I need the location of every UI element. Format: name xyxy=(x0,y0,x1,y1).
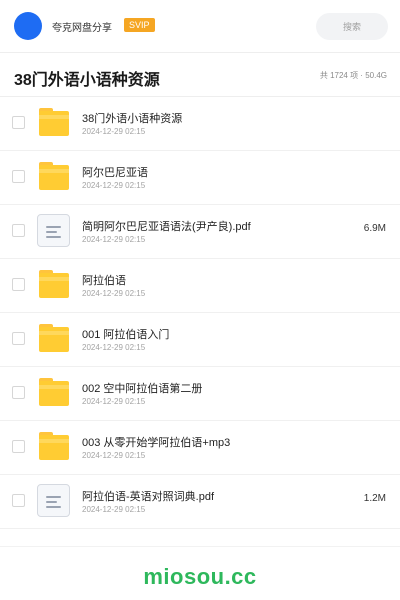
select-checkbox[interactable] xyxy=(12,494,25,507)
item-date: 2024-12-29 02:15 xyxy=(82,127,146,136)
file-row[interactable]: 简明阿尔巴尼亚语语法(尹产良).pdf 2024-12-29 02:15 6.9M xyxy=(0,205,400,259)
page-title: 38门外语小语种资源 xyxy=(14,72,160,89)
top-bar: 夸克网盘分享 SVIP xyxy=(0,0,400,53)
folder-row[interactable]: 001 阿拉伯语入门 2024-12-29 02:15 xyxy=(0,313,400,367)
folder-header: 38门外语小语种资源 共 1724 项 · 50.4G xyxy=(0,53,400,97)
footer: miosou.cc xyxy=(0,546,400,600)
file-list: 38门外语小语种资源 2024-12-29 02:15 阿尔巴尼亚语 2024-12-… xyxy=(0,97,400,529)
item-date: 2024-12-29 02:15 xyxy=(82,181,146,190)
folder-icon xyxy=(39,324,69,352)
item-date: 2024-12-29 02:15 xyxy=(82,289,146,298)
item-date: 2024-12-29 02:15 xyxy=(82,505,146,514)
document-icon xyxy=(37,484,70,517)
search-input[interactable] xyxy=(316,13,388,40)
item-name[interactable]: 001 阿拉伯语入门 xyxy=(82,326,169,342)
folder-icon xyxy=(39,270,69,298)
item-name[interactable]: 阿拉伯语 xyxy=(82,272,126,288)
item-date: 2024-12-29 02:15 xyxy=(82,397,146,406)
item-name[interactable]: 003 从零开始学阿拉伯语+mp3 xyxy=(82,434,230,450)
item-name[interactable]: 38门外语小语种资源 xyxy=(82,110,182,126)
item-size: 1.2M xyxy=(363,493,386,504)
item-date: 2024-12-29 02:15 xyxy=(82,451,146,460)
select-checkbox[interactable] xyxy=(12,278,25,291)
avatar[interactable] xyxy=(14,12,42,40)
folder-icon xyxy=(39,108,69,136)
item-date: 2024-12-29 02:15 xyxy=(82,235,146,244)
file-row[interactable]: 阿拉伯语-英语对照词典.pdf 2024-12-29 02:15 1.2M xyxy=(0,475,400,529)
site-watermark: miosou.cc xyxy=(143,564,257,589)
item-name[interactable]: 002 空中阿拉伯语第二册 xyxy=(82,380,202,396)
svip-badge: SVIP xyxy=(124,18,155,32)
folder-row[interactable]: 003 从零开始学阿拉伯语+mp3 2024-12-29 02:15 xyxy=(0,421,400,475)
select-checkbox[interactable] xyxy=(12,386,25,399)
folder-icon xyxy=(39,432,69,460)
folder-row[interactable]: 阿尔巴尼亚语 2024-12-29 02:15 xyxy=(0,151,400,205)
item-date: 2024-12-29 02:15 xyxy=(82,343,146,352)
folder-icon xyxy=(39,162,69,190)
item-name[interactable]: 阿尔巴尼亚语 xyxy=(82,164,148,180)
folder-row[interactable]: 002 空中阿拉伯语第二册 2024-12-29 02:15 xyxy=(0,367,400,421)
folder-stats: 共 1724 项 · 50.4G xyxy=(319,71,387,80)
folder-row[interactable]: 阿拉伯语 2024-12-29 02:15 xyxy=(0,259,400,313)
document-icon xyxy=(37,214,70,247)
folder-row[interactable]: 38门外语小语种资源 2024-12-29 02:15 xyxy=(0,97,400,151)
item-name[interactable]: 简明阿尔巴尼亚语语法(尹产良).pdf xyxy=(82,218,251,234)
select-checkbox[interactable] xyxy=(12,170,25,183)
share-owner-name: 夸克网盘分享 xyxy=(52,23,112,34)
select-checkbox[interactable] xyxy=(12,332,25,345)
item-name[interactable]: 阿拉伯语-英语对照词典.pdf xyxy=(82,488,214,504)
select-checkbox[interactable] xyxy=(12,440,25,453)
select-checkbox[interactable] xyxy=(12,224,25,237)
select-checkbox[interactable] xyxy=(12,116,25,129)
folder-icon xyxy=(39,378,69,406)
item-size: 6.9M xyxy=(363,223,386,234)
